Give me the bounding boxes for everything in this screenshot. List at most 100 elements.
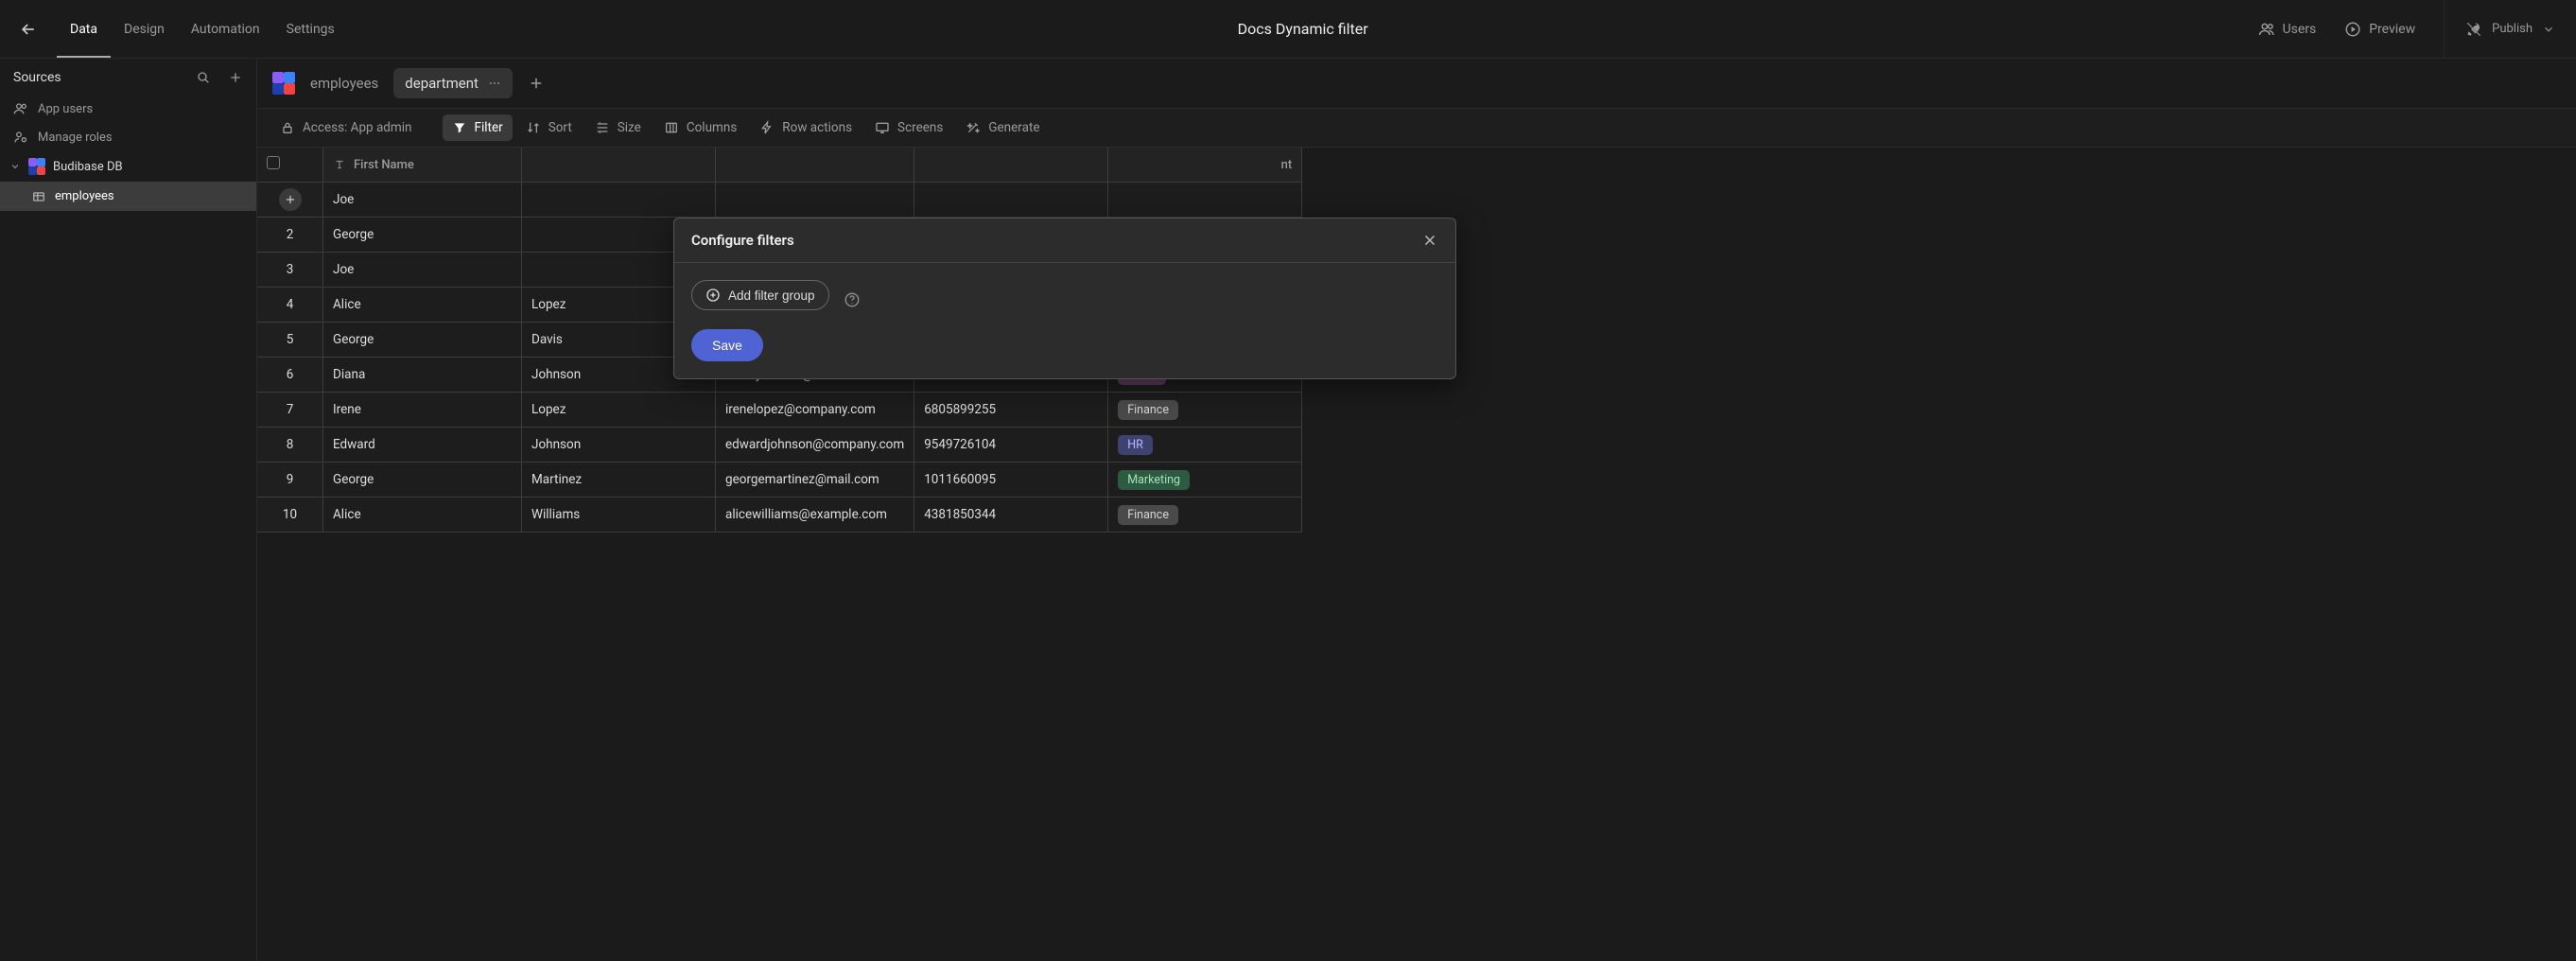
row-gutter[interactable]: 8	[257, 428, 323, 463]
cell-first_name[interactable]: George	[323, 463, 522, 498]
table-row[interactable]: Joe	[257, 183, 1302, 218]
cell-first_name[interactable]: Alice	[323, 288, 522, 323]
cell-first_name[interactable]: Alice	[323, 498, 522, 533]
cell-department[interactable]	[1108, 183, 1302, 218]
cell-first_name[interactable]: George	[323, 218, 522, 253]
cell-email[interactable]: alicewilliams@example.com	[716, 498, 914, 533]
users-button[interactable]: Users	[2258, 21, 2317, 38]
row-gutter[interactable]: 10	[257, 498, 323, 533]
body: Sources App users Manage roles Budibase …	[0, 59, 2576, 961]
row-gutter[interactable]: 2	[257, 218, 323, 253]
filter-button[interactable]: Filter	[443, 114, 513, 141]
table-row[interactable]: 9GeorgeMartinezgeorgemartinez@mail.com10…	[257, 463, 1302, 498]
cell-first_name[interactable]: Irene	[323, 393, 522, 428]
size-button[interactable]: Size	[585, 114, 651, 141]
cell-last_name[interactable]	[522, 183, 716, 218]
cell-first_name[interactable]: Joe	[323, 183, 522, 218]
row-height-icon	[595, 120, 610, 135]
sort-button[interactable]: Sort	[516, 114, 582, 141]
cell-phone[interactable]: 4381850344	[914, 498, 1108, 533]
cell-department[interactable]: HR	[1108, 428, 1302, 463]
app-users-item[interactable]: App users	[0, 95, 256, 123]
row-gutter[interactable]: 5	[257, 323, 323, 358]
nav-tab-automation[interactable]: Automation	[178, 0, 273, 58]
sources-search-button[interactable]	[196, 70, 211, 85]
crumb-view-chip[interactable]: department	[393, 68, 513, 98]
arrow-left-icon	[19, 20, 38, 39]
row-gutter[interactable]: 6	[257, 358, 323, 393]
cell-phone[interactable]	[914, 183, 1108, 218]
row-gutter[interactable]: 7	[257, 393, 323, 428]
cell-last_name[interactable]: Williams	[522, 498, 716, 533]
table-item-employees[interactable]: employees	[0, 182, 256, 211]
column-header[interactable]	[716, 148, 914, 183]
cell-first_name[interactable]: Diana	[323, 358, 522, 393]
cell-email[interactable]	[716, 183, 914, 218]
nav-tab-data[interactable]: Data	[57, 0, 111, 58]
cell-first_name[interactable]: George	[323, 323, 522, 358]
cell-email[interactable]: edwardjohnson@company.com	[716, 428, 914, 463]
nav-tab-design[interactable]: Design	[111, 0, 178, 58]
column-header-first-name[interactable]: First Name	[323, 148, 522, 183]
select-all-header[interactable]	[257, 148, 323, 183]
back-button[interactable]	[0, 0, 57, 58]
sources-add-button[interactable]	[228, 70, 243, 85]
column-header-department[interactable]: nt	[1108, 148, 1302, 183]
filter-popover-close[interactable]	[1421, 232, 1438, 249]
filter-icon	[452, 120, 467, 135]
cell-phone[interactable]: 6805899255	[914, 393, 1108, 428]
filter-help-button[interactable]	[844, 291, 861, 308]
department-badge: Finance	[1118, 400, 1178, 420]
table-row[interactable]: 10AliceWilliamsalicewilliams@example.com…	[257, 498, 1302, 533]
crumb-view-menu[interactable]	[488, 77, 501, 90]
cell-phone[interactable]: 9549726104	[914, 428, 1108, 463]
nav-tab-settings[interactable]: Settings	[273, 0, 348, 58]
plus-icon	[284, 193, 297, 206]
cell-phone[interactable]: 1011660095	[914, 463, 1108, 498]
screens-button[interactable]: Screens	[865, 114, 952, 141]
cell-last_name[interactable]: Martinez	[522, 463, 716, 498]
cell-email[interactable]: irenelopez@company.com	[716, 393, 914, 428]
top-bar: Data Design Automation Settings Docs Dyn…	[0, 0, 2576, 59]
db-item[interactable]: Budibase DB	[0, 151, 256, 182]
cell-last_name[interactable]: Lopez	[522, 393, 716, 428]
publish-button[interactable]: Publish	[2444, 0, 2576, 58]
add-filter-group-button[interactable]: Add filter group	[691, 280, 829, 310]
manage-roles-item[interactable]: Manage roles	[0, 123, 256, 151]
table-name: employees	[55, 189, 114, 203]
table-row[interactable]: 7IreneLopezirenelopez@company.com6805899…	[257, 393, 1302, 428]
main-area: employees department Access: App admin F…	[257, 59, 2576, 961]
cell-department[interactable]: Finance	[1108, 498, 1302, 533]
nav-tabs: Data Design Automation Settings	[57, 0, 348, 58]
columns-icon	[664, 120, 679, 135]
crumb-table[interactable]: employees	[310, 75, 378, 92]
row-gutter[interactable]: 4	[257, 288, 323, 323]
add-filter-group-label: Add filter group	[728, 288, 815, 303]
row-gutter[interactable]: 9	[257, 463, 323, 498]
filter-save-button[interactable]: Save	[691, 329, 763, 361]
access-indicator[interactable]: Access: App admin	[270, 114, 422, 141]
row-gutter[interactable]	[257, 183, 323, 218]
text-type-icon	[333, 158, 346, 171]
filter-popover: Configure filters Add filter group Save	[673, 218, 1456, 379]
cell-email[interactable]: georgemartinez@mail.com	[716, 463, 914, 498]
cell-department[interactable]: Marketing	[1108, 463, 1302, 498]
row-actions-button[interactable]: Row actions	[750, 114, 862, 141]
cell-department[interactable]: Finance	[1108, 393, 1302, 428]
column-header[interactable]	[914, 148, 1108, 183]
table-row[interactable]: 8EdwardJohnsonedwardjohnson@company.com9…	[257, 428, 1302, 463]
budibase-logo-icon	[28, 158, 45, 175]
add-row-button[interactable]	[279, 188, 302, 211]
filter-popover-title: Configure filters	[691, 232, 794, 249]
add-view-button[interactable]	[528, 75, 545, 92]
columns-button[interactable]: Columns	[654, 114, 746, 141]
cell-first_name[interactable]: Edward	[323, 428, 522, 463]
grid-toolbar: Access: App admin Filter Sort Size Colum…	[257, 108, 2576, 148]
play-circle-icon	[2344, 21, 2361, 38]
cell-first_name[interactable]: Joe	[323, 253, 522, 288]
preview-button[interactable]: Preview	[2344, 21, 2415, 38]
row-gutter[interactable]: 3	[257, 253, 323, 288]
column-header[interactable]	[522, 148, 716, 183]
generate-button[interactable]: Generate	[956, 114, 1049, 141]
cell-last_name[interactable]: Johnson	[522, 428, 716, 463]
